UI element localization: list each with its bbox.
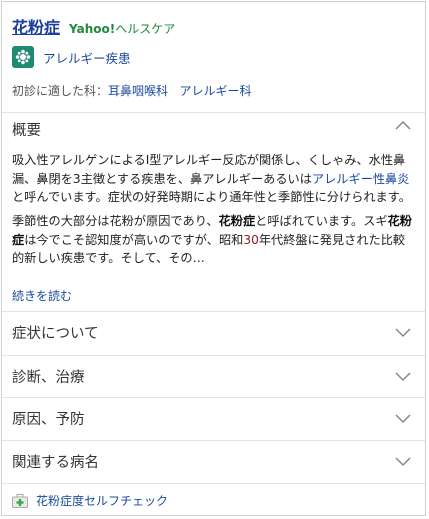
allergy-icon <box>12 46 34 68</box>
disease-card: 花粉症 Yahoo!ヘルスケア アレルギー疾患 初診に適した科：耳鼻咽喉科 アレ… <box>1 1 426 516</box>
overview-paragraph-2: 季節性の大部分は花粉が原因であり、花粉症と呼ばれています。スギ花粉症は今でこそ認… <box>12 214 412 265</box>
chevron-down-icon[interactable] <box>395 457 411 467</box>
source-brand: Yahoo! <box>69 22 116 36</box>
category-row[interactable]: アレルギー疾患 <box>12 46 131 68</box>
divider <box>2 440 425 441</box>
chevron-down-icon[interactable] <box>395 372 411 382</box>
divider <box>2 311 425 312</box>
overview-heading[interactable]: 概要 <box>12 119 41 140</box>
allergic-rhinitis-link[interactable]: アレルギー性鼻炎 <box>312 172 410 186</box>
card-header: 花粉症 Yahoo!ヘルスケア <box>12 14 175 38</box>
divider <box>2 483 425 484</box>
divider <box>2 355 425 356</box>
first-aid-kit-icon <box>12 493 28 508</box>
divider <box>2 397 425 398</box>
chevron-down-icon[interactable] <box>395 328 411 338</box>
department-link-allergy[interactable]: アレルギー科 <box>179 84 251 98</box>
divider <box>2 112 425 113</box>
source-suffix: ヘルスケア <box>115 22 176 36</box>
overview-paragraph-1: 吸入性アレルゲンによるⅠ型アレルギー反応が関係し、くしゃみ、水性鼻漏、鼻閉を3主… <box>12 153 411 204</box>
chevron-up-icon[interactable] <box>395 120 411 130</box>
section-diagnosis[interactable]: 診断、治療 <box>12 366 85 387</box>
department-row: 初診に適した科：耳鼻咽喉科 アレルギー科 <box>12 82 252 99</box>
disease-title-link[interactable]: 花粉症 <box>12 14 60 38</box>
source-label: Yahoo!ヘルスケア <box>69 20 175 37</box>
self-check-label[interactable]: 花粉症度セルフチェック <box>36 492 168 509</box>
section-symptoms[interactable]: 症状について <box>12 322 99 343</box>
read-more-link[interactable]: 続きを読む <box>12 287 72 304</box>
department-prefix: 初診に適した科： <box>12 84 109 98</box>
category-label[interactable]: アレルギー疾患 <box>43 48 131 67</box>
section-related[interactable]: 関連する病名 <box>12 451 99 472</box>
section-causes[interactable]: 原因、予防 <box>12 408 85 429</box>
self-check-link[interactable]: 花粉症度セルフチェック <box>12 492 168 509</box>
department-link-ent[interactable]: 耳鼻咽喉科 <box>108 84 168 98</box>
chevron-down-icon[interactable] <box>395 414 411 424</box>
